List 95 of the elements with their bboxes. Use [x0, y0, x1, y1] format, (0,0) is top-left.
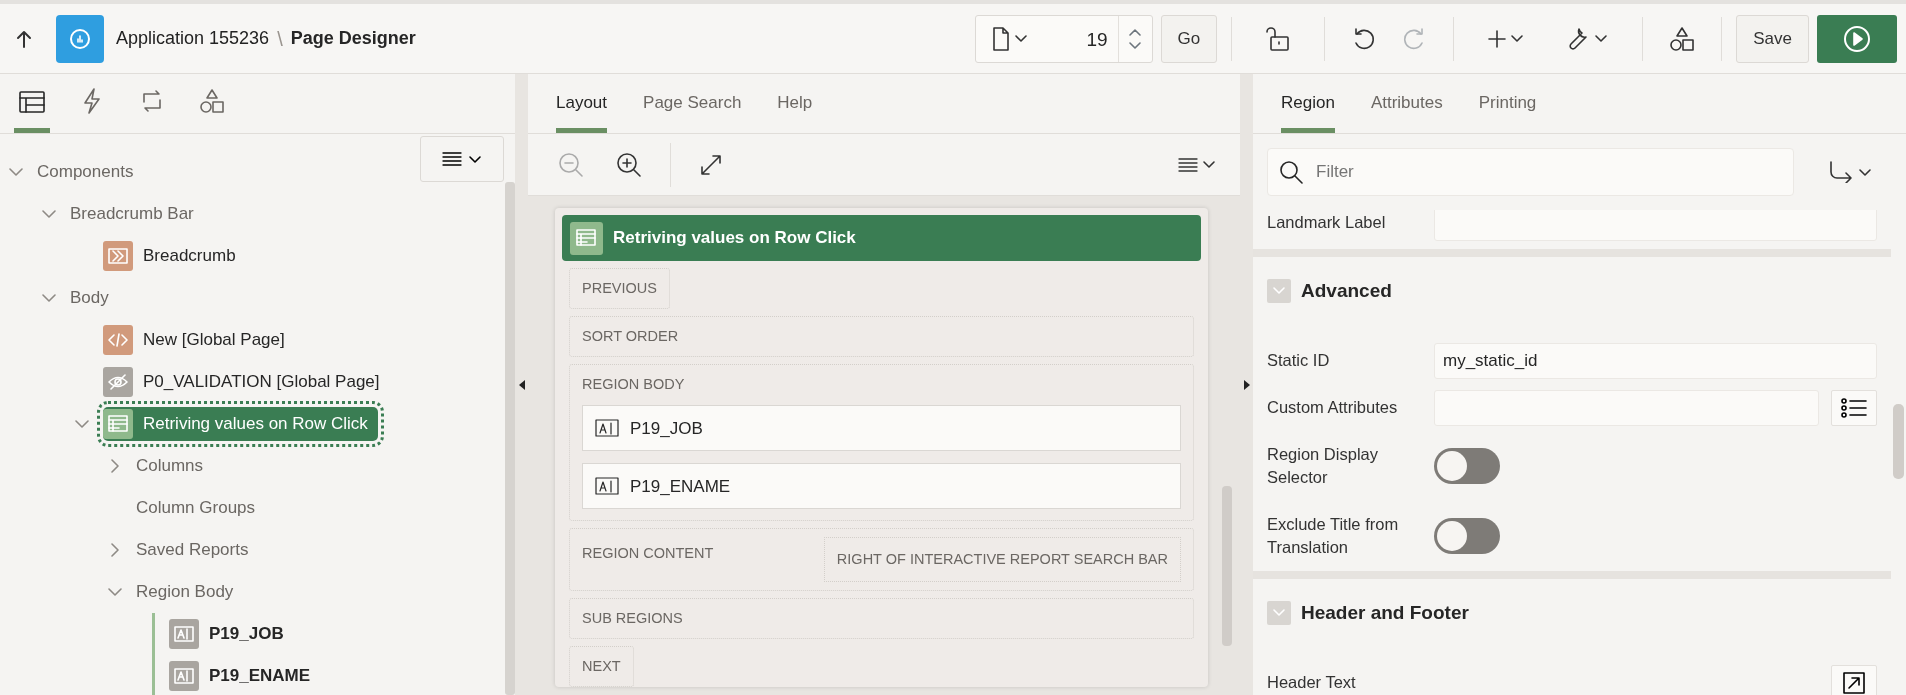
panel-tab[interactable]: Printing — [1478, 89, 1537, 133]
down-caret-icon — [1129, 41, 1142, 50]
tree-node[interactable]: Columns — [136, 453, 204, 479]
tree-node[interactable]: P19_JOB — [169, 617, 291, 651]
page-item[interactable]: P19_JOB — [582, 405, 1181, 451]
page-item[interactable]: P19_ENAME — [582, 463, 1181, 509]
text-item-icon — [595, 477, 619, 495]
tree-node[interactable]: New [Global Page] — [103, 323, 292, 357]
tree-menu-button[interactable] — [420, 136, 504, 182]
page-title: Page Designer — [290, 27, 416, 50]
shapes-icon — [1669, 25, 1696, 52]
zoom-out-icon — [558, 151, 584, 178]
collapse-caret-icon[interactable] — [108, 585, 122, 599]
page-selector[interactable]: 19 — [974, 14, 1153, 63]
collapse-caret-icon[interactable] — [42, 207, 56, 221]
save-button[interactable]: Save — [1736, 14, 1809, 63]
position-label: REGION CONTENT — [582, 544, 714, 562]
item-name: P19_JOB — [630, 419, 703, 437]
property-label: Region Display Selector — [1267, 443, 1379, 488]
scrollbar[interactable] — [1893, 404, 1904, 479]
property-label: Header Text — [1267, 671, 1357, 693]
tree-node[interactable]: Region Body — [136, 579, 234, 605]
plus-icon — [1488, 29, 1507, 48]
property-label: Static ID — [1267, 349, 1331, 371]
expand-caret-icon[interactable] — [108, 459, 122, 473]
list-button[interactable] — [1831, 389, 1877, 426]
collapse-caret-icon[interactable] — [9, 165, 23, 179]
caret-icon — [1510, 33, 1525, 44]
up-caret-icon — [1129, 27, 1142, 36]
collapse-caret-icon[interactable] — [42, 291, 56, 305]
property-label: Landmark Label — [1267, 212, 1387, 234]
caret-icon — [1013, 33, 1028, 44]
position-label[interactable]: RIGHT OF INTERACTIVE REPORT SEARCH BAR — [823, 537, 1181, 582]
unlocked-padlock-icon — [1266, 25, 1291, 52]
panel-tab[interactable]: Layout — [556, 89, 608, 133]
breadcrumb-separator: \ — [277, 26, 283, 52]
collapse-left-icon[interactable] — [518, 379, 525, 390]
position-label: REGION BODY — [582, 376, 686, 393]
node-glyph-icon — [575, 228, 598, 248]
scrollbar[interactable] — [505, 182, 515, 695]
tree-node[interactable]: Breadcrumb — [103, 239, 243, 273]
tree-node[interactable]: Column Groups — [136, 495, 256, 521]
panel-tab[interactable]: Page Search — [643, 89, 742, 133]
app-logo-glyph-icon — [69, 27, 91, 50]
caret-icon — [1858, 166, 1872, 178]
panel-tab[interactable]: Region — [1281, 89, 1335, 133]
zoom-in-icon — [616, 151, 642, 178]
search-icon — [1279, 160, 1303, 184]
page-up-button[interactable] — [1129, 27, 1142, 36]
tree-node[interactable]: P0_VALIDATION [Global Page] — [103, 365, 387, 399]
open-editor-button[interactable] — [1831, 664, 1877, 695]
text-item-icon — [595, 419, 619, 437]
arrow-turn-icon — [1828, 161, 1854, 183]
page-down-button[interactable] — [1129, 41, 1142, 50]
shapes-icon — [199, 88, 225, 114]
panel-tab[interactable]: Help — [777, 89, 813, 133]
expand-caret-icon[interactable] — [108, 543, 122, 557]
page-number: 19 — [1085, 27, 1109, 52]
go-button[interactable]: Go — [1160, 14, 1218, 63]
bullet-list-icon — [1841, 397, 1867, 418]
toggle-switch[interactable] — [1434, 448, 1500, 484]
text-field[interactable]: my_static_id — [1434, 342, 1877, 379]
menu-lines-icon — [1178, 156, 1198, 173]
section-title: Header and Footer — [1301, 600, 1469, 625]
tree-node[interactable]: Components — [37, 159, 134, 185]
tree-node[interactable]: Body — [70, 285, 109, 311]
expand-arrows-icon — [699, 152, 723, 177]
property-label: Custom Attributes — [1267, 396, 1399, 418]
property-label: Exclude Title from Translation — [1267, 513, 1400, 558]
toggle-switch[interactable] — [1434, 518, 1500, 554]
collapse-caret-icon[interactable] — [75, 417, 89, 431]
run-page-button[interactable] — [1817, 14, 1897, 63]
menu-lines-icon — [442, 151, 462, 167]
panel-tab[interactable]: Attributes — [1370, 89, 1443, 133]
up-arrow-icon — [16, 29, 32, 48]
application-link[interactable]: Application 155236 — [116, 25, 270, 52]
tree-node[interactable]: Breadcrumb Bar — [70, 201, 194, 227]
page-icon — [991, 26, 1010, 51]
caret-icon — [1594, 33, 1609, 44]
panel-tab[interactable] — [14, 90, 50, 133]
region-title: Retriving values on Row Click — [613, 227, 856, 250]
scrollbar[interactable] — [1222, 486, 1232, 646]
caret-icon — [468, 153, 482, 165]
lightning-bolt-icon — [81, 88, 103, 114]
filter-field[interactable]: Filter — [1267, 148, 1794, 196]
section-title: Advanced — [1301, 278, 1392, 303]
item-name: P19_ENAME — [630, 477, 731, 495]
play-icon — [1843, 24, 1871, 53]
tree-node[interactable]: Saved Reports — [136, 537, 249, 563]
app-logo-icon[interactable] — [56, 14, 104, 63]
rendering-tree-icon — [19, 90, 45, 114]
tree-node[interactable]: P19_ENAME — [169, 659, 318, 693]
caret-icon — [1202, 159, 1216, 170]
region-header[interactable]: Retriving values on Row Click — [562, 215, 1201, 261]
collapse-right-icon[interactable] — [1243, 379, 1250, 390]
